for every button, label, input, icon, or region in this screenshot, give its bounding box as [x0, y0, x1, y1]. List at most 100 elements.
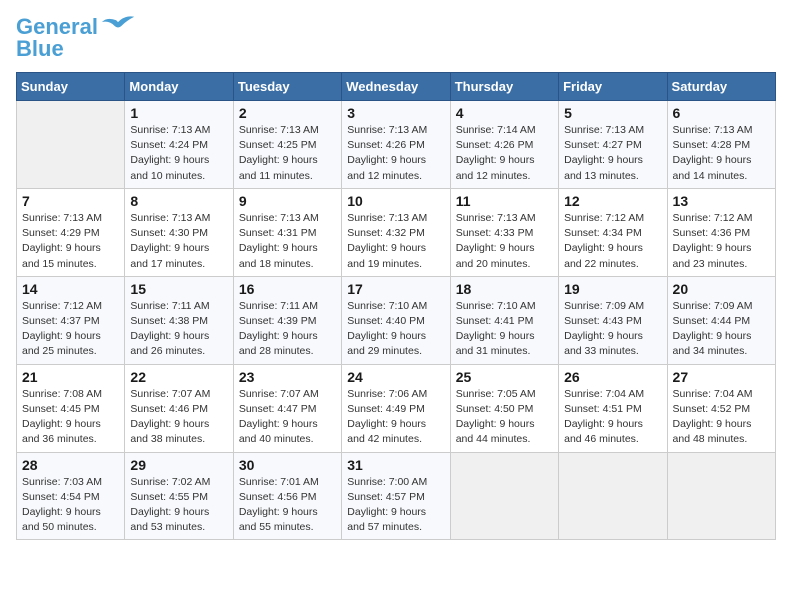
calendar-cell: 3 Sunrise: 7:13 AMSunset: 4:26 PMDaylight… [342, 101, 450, 189]
day-number: 30 [239, 457, 336, 473]
weekday-header-monday: Monday [125, 73, 233, 101]
calendar-cell: 22Sunrise: 7:07 AMSunset: 4:46 PMDayligh… [125, 364, 233, 452]
calendar-week-3: 14 Sunrise: 7:12 AMSunset: 4:37 PMDayligh… [17, 276, 776, 364]
calendar-cell [450, 452, 558, 540]
day-number: 23 [239, 369, 336, 385]
day-info: Sunrise: 7:12 AMSunset: 4:37 PMDaylight:… [22, 299, 119, 360]
calendar-cell: 21 Sunrise: 7:08 AMSunset: 4:45 PMDayligh… [17, 364, 125, 452]
day-number: 17 [347, 281, 444, 297]
day-number: 18 [456, 281, 553, 297]
calendar-cell: 24 Sunrise: 7:06 AMSunset: 4:49 PMDayligh… [342, 364, 450, 452]
day-info: Sunrise: 7:10 AMSunset: 4:41 PMDaylight:… [456, 299, 553, 360]
weekday-header-row: SundayMondayTuesdayWednesdayThursdayFrid… [17, 73, 776, 101]
day-info: Sunrise: 7:08 AMSunset: 4:45 PMDaylight:… [22, 387, 119, 448]
day-number: 15 [130, 281, 227, 297]
calendar-week-2: 7 Sunrise: 7:13 AMSunset: 4:29 PMDaylight… [17, 188, 776, 276]
day-number: 9 [239, 193, 336, 209]
calendar-cell: 5 Sunrise: 7:13 AMSunset: 4:27 PMDaylight… [559, 101, 667, 189]
calendar-cell [17, 101, 125, 189]
day-info: Sunrise: 7:12 AMSunset: 4:34 PMDaylight:… [564, 211, 661, 272]
calendar-cell: 26 Sunrise: 7:04 AMSunset: 4:51 PMDayligh… [559, 364, 667, 452]
calendar-cell: 25Sunrise: 7:05 AMSunset: 4:50 PMDayligh… [450, 364, 558, 452]
day-info: Sunrise: 7:07 AMSunset: 4:47 PMDaylight:… [239, 387, 336, 448]
calendar-cell: 31 Sunrise: 7:00 AMSunset: 4:57 PMDayligh… [342, 452, 450, 540]
page-header: General Blue [16, 16, 776, 60]
day-number: 10 [347, 193, 444, 209]
day-info: Sunrise: 7:13 AMSunset: 4:29 PMDaylight:… [22, 211, 119, 272]
weekday-header-sunday: Sunday [17, 73, 125, 101]
calendar-cell: 9Sunrise: 7:13 AMSunset: 4:31 PMDaylight… [233, 188, 341, 276]
day-number: 12 [564, 193, 661, 209]
weekday-header-saturday: Saturday [667, 73, 775, 101]
weekday-header-friday: Friday [559, 73, 667, 101]
day-number: 19 [564, 281, 661, 297]
day-number: 7 [22, 193, 119, 209]
calendar-cell: 18 Sunrise: 7:10 AMSunset: 4:41 PMDayligh… [450, 276, 558, 364]
day-number: 13 [673, 193, 770, 209]
day-info: Sunrise: 7:05 AMSunset: 4:50 PMDaylight:… [456, 387, 553, 448]
calendar-cell: 15 Sunrise: 7:11 AMSunset: 4:38 PMDayligh… [125, 276, 233, 364]
calendar-cell: 1Sunrise: 7:13 AMSunset: 4:24 PMDaylight… [125, 101, 233, 189]
calendar-week-1: 1Sunrise: 7:13 AMSunset: 4:24 PMDaylight… [17, 101, 776, 189]
calendar-cell: 6Sunrise: 7:13 AMSunset: 4:28 PMDaylight… [667, 101, 775, 189]
day-number: 1 [130, 105, 227, 121]
weekday-header-wednesday: Wednesday [342, 73, 450, 101]
calendar-cell: 14 Sunrise: 7:12 AMSunset: 4:37 PMDayligh… [17, 276, 125, 364]
day-number: 21 [22, 369, 119, 385]
day-info: Sunrise: 7:10 AMSunset: 4:40 PMDaylight:… [347, 299, 444, 360]
day-info: Sunrise: 7:03 AMSunset: 4:54 PMDaylight:… [22, 475, 119, 536]
day-info: Sunrise: 7:00 AMSunset: 4:57 PMDaylight:… [347, 475, 444, 536]
weekday-header-tuesday: Tuesday [233, 73, 341, 101]
day-info: Sunrise: 7:07 AMSunset: 4:46 PMDaylight:… [130, 387, 227, 448]
day-info: Sunrise: 7:09 AMSunset: 4:44 PMDaylight:… [673, 299, 770, 360]
day-number: 6 [673, 105, 770, 121]
day-info: Sunrise: 7:12 AMSunset: 4:36 PMDaylight:… [673, 211, 770, 272]
day-number: 27 [673, 369, 770, 385]
calendar-cell: 12 Sunrise: 7:12 AMSunset: 4:34 PMDayligh… [559, 188, 667, 276]
calendar-table: SundayMondayTuesdayWednesdayThursdayFrid… [16, 72, 776, 540]
day-info: Sunrise: 7:13 AMSunset: 4:33 PMDaylight:… [456, 211, 553, 272]
day-info: Sunrise: 7:02 AMSunset: 4:55 PMDaylight:… [130, 475, 227, 536]
day-info: Sunrise: 7:13 AMSunset: 4:27 PMDaylight:… [564, 123, 661, 184]
day-info: Sunrise: 7:04 AMSunset: 4:52 PMDaylight:… [673, 387, 770, 448]
day-number: 5 [564, 105, 661, 121]
day-number: 16 [239, 281, 336, 297]
calendar-cell: 16 Sunrise: 7:11 AMSunset: 4:39 PMDayligh… [233, 276, 341, 364]
calendar-week-4: 21 Sunrise: 7:08 AMSunset: 4:45 PMDayligh… [17, 364, 776, 452]
day-info: Sunrise: 7:01 AMSunset: 4:56 PMDaylight:… [239, 475, 336, 536]
day-number: 31 [347, 457, 444, 473]
day-number: 2 [239, 105, 336, 121]
day-info: Sunrise: 7:13 AMSunset: 4:26 PMDaylight:… [347, 123, 444, 184]
day-number: 24 [347, 369, 444, 385]
calendar-cell: 17 Sunrise: 7:10 AMSunset: 4:40 PMDayligh… [342, 276, 450, 364]
calendar-cell: 29 Sunrise: 7:02 AMSunset: 4:55 PMDayligh… [125, 452, 233, 540]
day-number: 4 [456, 105, 553, 121]
day-info: Sunrise: 7:09 AMSunset: 4:43 PMDaylight:… [564, 299, 661, 360]
logo-text: General [16, 16, 98, 38]
day-info: Sunrise: 7:11 AMSunset: 4:38 PMDaylight:… [130, 299, 227, 360]
calendar-cell: 8Sunrise: 7:13 AMSunset: 4:30 PMDaylight… [125, 188, 233, 276]
day-number: 26 [564, 369, 661, 385]
day-number: 11 [456, 193, 553, 209]
calendar-cell: 28 Sunrise: 7:03 AMSunset: 4:54 PMDayligh… [17, 452, 125, 540]
calendar-cell: 2 Sunrise: 7:13 AMSunset: 4:25 PMDaylight… [233, 101, 341, 189]
day-number: 28 [22, 457, 119, 473]
day-number: 3 [347, 105, 444, 121]
calendar-cell: 7 Sunrise: 7:13 AMSunset: 4:29 PMDaylight… [17, 188, 125, 276]
day-number: 14 [22, 281, 119, 297]
calendar-cell: 19 Sunrise: 7:09 AMSunset: 4:43 PMDayligh… [559, 276, 667, 364]
logo-blue: Blue [16, 38, 64, 60]
day-info: Sunrise: 7:06 AMSunset: 4:49 PMDaylight:… [347, 387, 444, 448]
day-number: 20 [673, 281, 770, 297]
day-info: Sunrise: 7:13 AMSunset: 4:32 PMDaylight:… [347, 211, 444, 272]
day-number: 29 [130, 457, 227, 473]
calendar-cell [667, 452, 775, 540]
day-info: Sunrise: 7:11 AMSunset: 4:39 PMDaylight:… [239, 299, 336, 360]
calendar-cell: 4 Sunrise: 7:14 AMSunset: 4:26 PMDaylight… [450, 101, 558, 189]
day-info: Sunrise: 7:14 AMSunset: 4:26 PMDaylight:… [456, 123, 553, 184]
calendar-cell: 23 Sunrise: 7:07 AMSunset: 4:47 PMDayligh… [233, 364, 341, 452]
calendar-cell: 27 Sunrise: 7:04 AMSunset: 4:52 PMDayligh… [667, 364, 775, 452]
day-info: Sunrise: 7:13 AMSunset: 4:25 PMDaylight:… [239, 123, 336, 184]
day-info: Sunrise: 7:04 AMSunset: 4:51 PMDaylight:… [564, 387, 661, 448]
calendar-week-5: 28 Sunrise: 7:03 AMSunset: 4:54 PMDayligh… [17, 452, 776, 540]
